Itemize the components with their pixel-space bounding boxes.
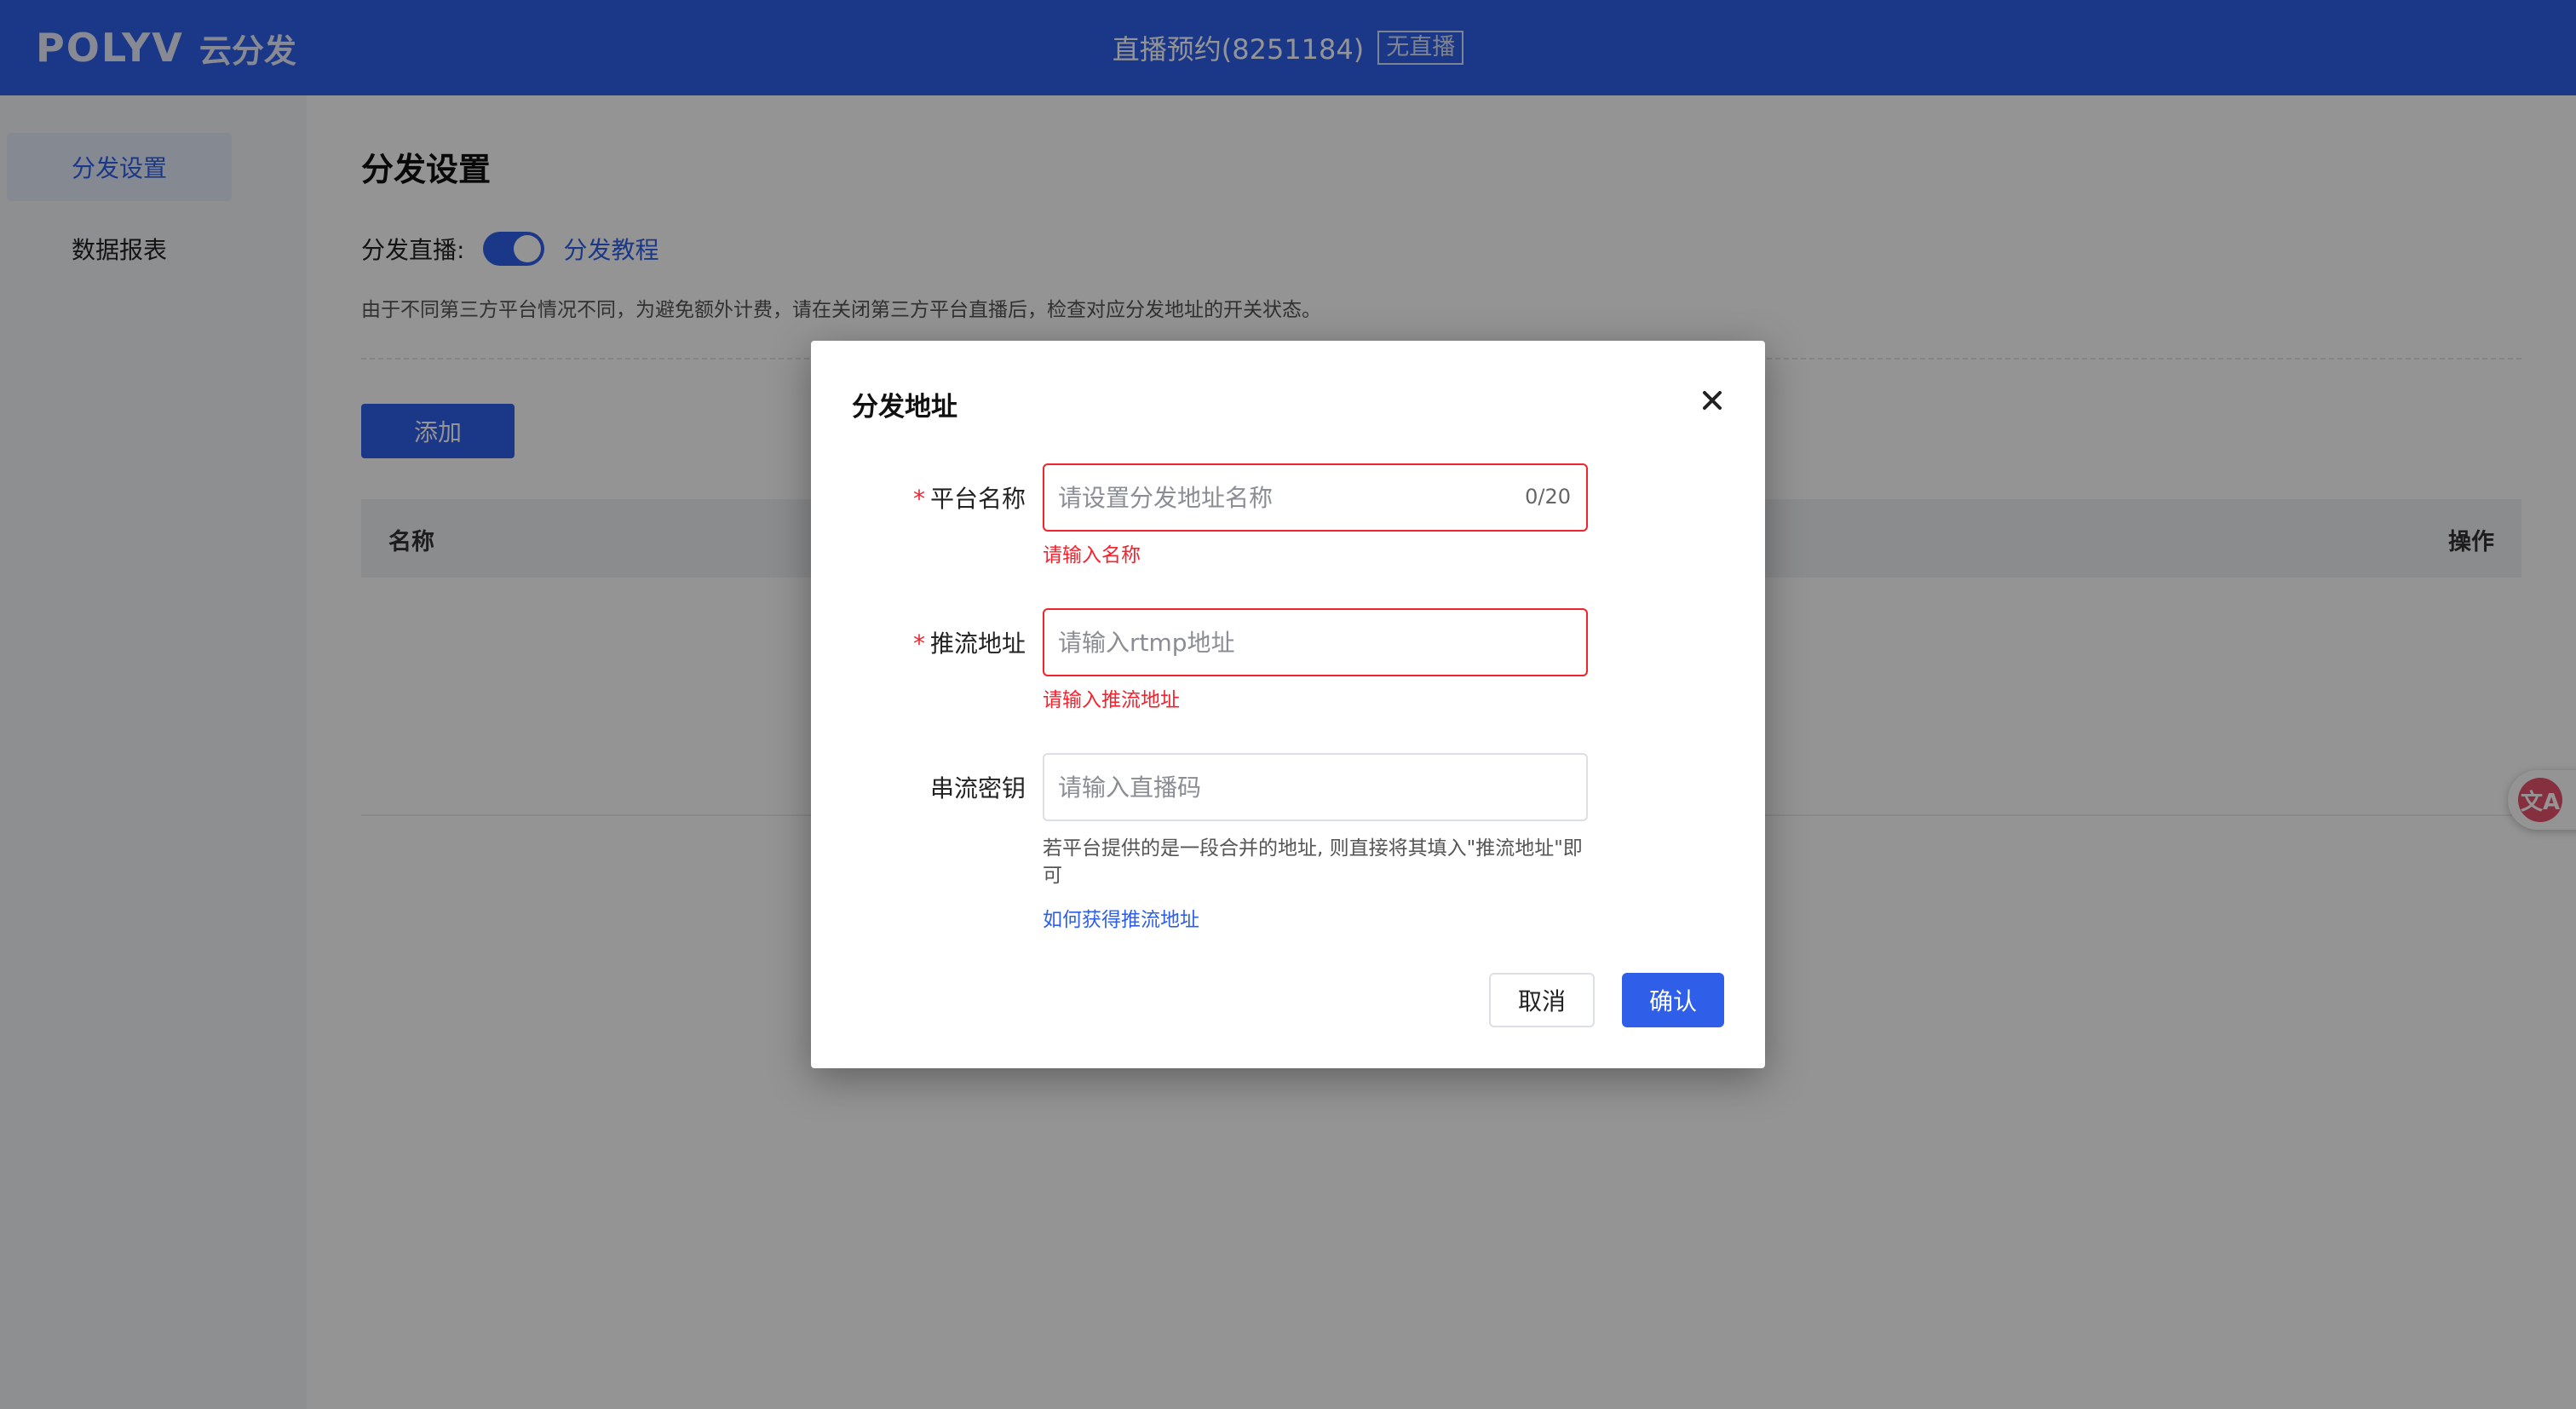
stream-key-input[interactable] (1058, 755, 1535, 820)
platform-name-label: * 平台名称 (912, 485, 1026, 513)
stream-key-label: 串流密钥 (929, 774, 1026, 802)
help-text: 若平台提供的是一段合并的地址, 则直接将其填入"推流地址"即可 (1043, 837, 1583, 887)
push-url-field (1043, 608, 1588, 676)
stream-key-field (1043, 753, 1588, 821)
required-asterisk: * (912, 485, 925, 513)
push-url-input[interactable] (1058, 610, 1535, 675)
push-url-label: * 推流地址 (912, 630, 1026, 658)
platform-name-input[interactable] (1058, 465, 1535, 530)
how-to-get-push-url-link[interactable]: 如何获得推流地址 (1043, 903, 1199, 932)
push-url-error: 请输入推流地址 (1043, 689, 1180, 711)
dialog-title: 分发地址 (852, 392, 957, 423)
char-counter: 0/20 (1525, 485, 1571, 509)
platform-name-field: 0/20 (1043, 463, 1588, 532)
cancel-button[interactable]: 取消 (1489, 973, 1595, 1027)
confirm-button[interactable]: 确认 (1622, 973, 1724, 1027)
distribution-address-dialog: 分发地址 *平台名称 0/20 请输入名称 *推流地址 请输入推流地址 串流密钥… (811, 341, 1765, 1068)
required-asterisk: * (912, 630, 925, 658)
close-icon[interactable] (1697, 385, 1728, 416)
platform-name-error: 请输入名称 (1043, 544, 1141, 566)
